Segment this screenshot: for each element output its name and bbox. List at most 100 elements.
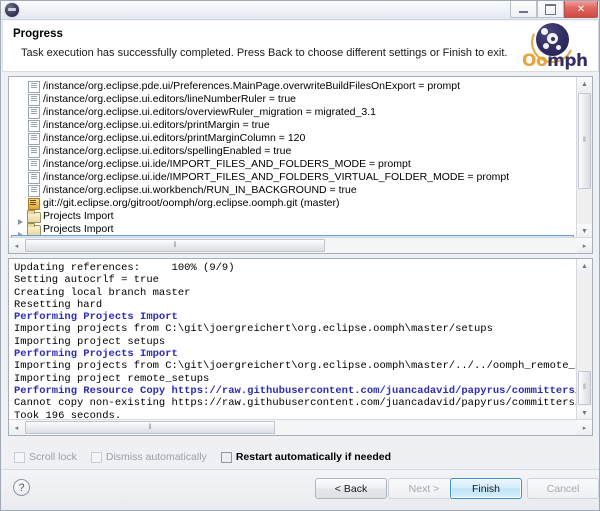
dismiss-automatically-label: Dismiss automatically <box>105 451 207 463</box>
tree-row[interactable]: /instance/org.eclipse.ui.ide/IMPORT_FILE… <box>9 157 577 171</box>
checkbox-box-icon[interactable] <box>14 451 25 463</box>
tree-vscroll-thumb[interactable]: ‖ <box>578 93 591 189</box>
preference-icon <box>26 93 40 106</box>
preference-icon <box>26 80 40 93</box>
restart-automatically-checkbox[interactable]: Restart automatically if needed <box>220 451 392 463</box>
tree-horizontal-scrollbar[interactable]: ◂ ‖ ▸ <box>9 237 592 253</box>
log-line: Importing project remote_setups <box>14 372 210 385</box>
maximize-restore-button[interactable] <box>537 1 564 18</box>
finish-button[interactable]: Finish <box>450 478 522 499</box>
console-vscroll-thumb[interactable]: ‖ <box>578 371 591 405</box>
console-vertical-scrollbar[interactable]: ▲ ‖ ▼ <box>576 259 592 421</box>
preference-icon <box>26 119 40 132</box>
tree-vertical-scrollbar[interactable]: ▲ ‖ ▼ <box>576 77 592 239</box>
gear-small-icon <box>556 45 561 50</box>
tree-row-label: /instance/org.eclipse.ui.editors/spellin… <box>43 144 292 157</box>
preference-icon <box>26 171 40 184</box>
folder-icon <box>26 209 41 223</box>
logo-wordmark: Oomph <box>522 51 588 71</box>
preference-icon <box>26 158 40 171</box>
tree-row-label: /instance/org.eclipse.ui.ide/IMPORT_FILE… <box>43 157 411 170</box>
progress-dialog-window: ✕ Progress Task execution has successful… <box>0 0 600 511</box>
scrollbar-grip-icon: ‖ <box>583 137 586 144</box>
log-line: Importing project setups <box>14 335 166 348</box>
tree-row-label: /instance/org.eclipse.ui.editors/printMa… <box>43 118 270 131</box>
log-console-panel: Updating references: 100% (9/9) Setting a… <box>8 258 593 436</box>
tree-row[interactable]: /instance/org.eclipse.ui.editors/lineNum… <box>9 92 577 106</box>
scrollbar-grip-icon: ‖ <box>583 384 586 391</box>
preference-icon <box>26 106 40 119</box>
logo-wordmark-prefix: Oo <box>522 51 548 71</box>
checkbox-box-icon[interactable] <box>90 451 102 463</box>
tree-row[interactable]: /instance/org.eclipse.ui.editors/spellin… <box>9 144 577 158</box>
scroll-lock-checkbox[interactable]: Scroll lock <box>14 451 77 463</box>
app-icon <box>5 3 19 17</box>
scroll-up-icon[interactable]: ▲ <box>577 259 592 274</box>
tree-row-label: Projects Import <box>43 209 114 222</box>
gear-small-icon <box>541 28 548 35</box>
page-description: Task execution has successfully complete… <box>21 47 508 59</box>
tree-row-label: git://git.eclipse.org/gitroot/oomph/org.… <box>43 196 340 209</box>
oomph-logo: Oomph <box>520 14 592 72</box>
log-line: Performing Projects Import <box>14 311 178 324</box>
log-line: Importing projects from C:\git\joergreic… <box>14 360 577 373</box>
dismiss-automatically-checkbox[interactable]: Dismiss automatically <box>90 451 207 463</box>
dialog-body: /instance/org.eclipse.pde.ui/Preferences… <box>2 72 599 443</box>
restart-automatically-label: Restart automatically if needed <box>235 451 392 463</box>
tree-row[interactable]: /instance/org.eclipse.pde.ui/Preferences… <box>9 79 577 93</box>
log-line: Cannot copy non-existing https://raw.git… <box>14 397 577 410</box>
scroll-lock-label: Scroll lock <box>29 451 77 463</box>
minimize-button[interactable] <box>510 1 537 18</box>
page-title: Progress <box>13 28 63 40</box>
log-line: Performing Resource Copy https://raw.git… <box>14 384 577 397</box>
task-tree-panel: /instance/org.eclipse.pde.ui/Preferences… <box>8 76 593 254</box>
title-bar: ✕ <box>1 1 599 20</box>
console-hscroll-thumb[interactable]: ‖ <box>25 421 275 434</box>
back-button[interactable]: < Back <box>315 478 387 499</box>
tree-row-label: /instance/org.eclipse.ui.editors/overvie… <box>43 105 376 118</box>
tree-row[interactable]: /instance/org.eclipse.ui.ide/IMPORT_FILE… <box>9 170 577 184</box>
scroll-right-icon[interactable]: ▸ <box>577 238 592 253</box>
log-line: Setting autocrlf = true <box>14 274 159 287</box>
tree-row[interactable]: Projects Import <box>9 209 577 225</box>
scroll-right-icon[interactable]: ▸ <box>577 420 592 435</box>
logo-wordmark-suffix: mph <box>547 51 588 71</box>
tree-row[interactable]: /instance/org.eclipse.ui.editors/printMa… <box>9 118 577 132</box>
cancel-button: Cancel <box>527 478 599 499</box>
tree-row-label: Projects Import <box>43 222 114 235</box>
log-line: Performing Projects Import <box>14 348 178 361</box>
log-line: Creating local branch master <box>14 286 191 299</box>
tree-row-label: /instance/org.eclipse.ui.editors/lineNum… <box>43 92 296 105</box>
tree-row-label: /instance/org.eclipse.ui.workbench/RUN_I… <box>43 183 357 196</box>
tree-row[interactable]: /instance/org.eclipse.ui.editors/printMa… <box>9 131 577 145</box>
folder-icon <box>26 222 41 236</box>
scroll-up-icon[interactable]: ▲ <box>577 77 592 92</box>
close-icon[interactable]: ✕ <box>564 1 598 18</box>
git-repository-icon <box>26 197 40 210</box>
dialog-header: Progress Task execution has successfully… <box>2 14 599 72</box>
tree-hscroll-thumb[interactable]: ‖ <box>25 239 325 252</box>
tree-row[interactable]: Projects Import <box>9 222 577 238</box>
console-horizontal-scrollbar[interactable]: ◂ ‖ ▸ <box>9 419 592 435</box>
tree-row-label: /instance/org.eclipse.ui.ide/IMPORT_FILE… <box>43 170 510 183</box>
tree-row[interactable]: /instance/org.eclipse.ui.editors/overvie… <box>9 105 577 119</box>
log-line: Updating references: 100% (9/9) <box>14 262 235 274</box>
tree-row-label: /instance/org.eclipse.ui.editors/printMa… <box>43 131 306 144</box>
preference-icon <box>26 184 40 197</box>
scroll-left-icon[interactable]: ◂ <box>9 238 24 253</box>
options-row: Scroll lock Dismiss automatically Restar… <box>2 445 599 469</box>
scroll-left-icon[interactable]: ◂ <box>9 420 24 435</box>
tree-row-label: /instance/org.eclipse.pde.ui/Preferences… <box>43 79 461 92</box>
help-icon[interactable]: ? <box>13 479 30 496</box>
task-tree[interactable]: /instance/org.eclipse.pde.ui/Preferences… <box>9 77 577 239</box>
log-line: Importing projects from C:\git\joergreic… <box>14 323 493 336</box>
checkbox-box-icon[interactable] <box>220 451 232 463</box>
gear-icon <box>547 33 558 44</box>
tree-row[interactable]: git://git.eclipse.org/gitroot/oomph/org.… <box>9 196 577 210</box>
log-console[interactable]: Updating references: 100% (9/9) Setting a… <box>9 259 577 421</box>
tree-row[interactable]: /instance/org.eclipse.ui.workbench/RUN_I… <box>9 183 577 197</box>
preference-icon <box>26 132 40 145</box>
gear-small-icon <box>543 43 549 49</box>
log-line: Resetting hard <box>14 298 103 311</box>
preference-icon <box>26 145 40 158</box>
